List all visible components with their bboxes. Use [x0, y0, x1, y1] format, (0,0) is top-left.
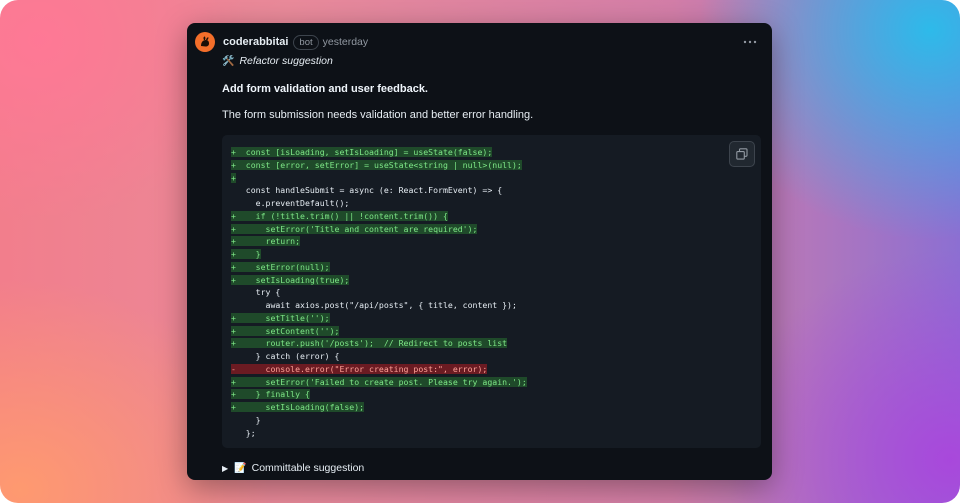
diff-line-context: };	[231, 427, 527, 440]
diff-line-added: + if (!title.trim() || !content.trim()) …	[231, 210, 527, 223]
diff-line-code: router.push('/posts'); // Redirect to po…	[235, 338, 508, 349]
diff-line-context: } catch (error) {	[231, 350, 527, 363]
refactor-label-text: Refactor suggestion	[239, 55, 333, 67]
diff-line-code: setError('Failed to create post. Please …	[235, 376, 527, 387]
diff-line-code: try {	[235, 287, 281, 298]
diff-line-context: e.preventDefault();	[231, 197, 527, 210]
memo-icon: 📝	[234, 462, 247, 474]
diff-line-code: return;	[235, 236, 301, 247]
author-name[interactable]: coderabbitai	[223, 36, 288, 48]
copy-button[interactable]	[729, 141, 755, 167]
diff-line-code: setContent('');	[235, 325, 340, 336]
copy-icon	[736, 148, 748, 160]
diff-line-code: setTitle('');	[235, 312, 330, 323]
diff-line-code: const [error, setError] = useState<strin…	[235, 159, 522, 170]
diff-line-added: + const [isLoading, setIsLoading] = useS…	[231, 146, 527, 159]
diff-line-added: + } finally {	[231, 388, 527, 401]
code-diff: + const [isLoading, setIsLoading] = useS…	[231, 146, 527, 439]
diff-line-code: const [isLoading, setIsLoading] = useSta…	[235, 147, 493, 157]
review-comment-card: coderabbitai bot yesterday 🛠️ Refactor s…	[187, 23, 772, 480]
diff-line-added: + router.push('/posts'); // Redirect to …	[231, 337, 527, 350]
comment-header: coderabbitai bot yesterday	[195, 32, 764, 52]
diff-line-code: if (!title.trim() || !content.trim()) {	[235, 210, 448, 221]
diff-line-code: } catch (error) {	[235, 351, 340, 361]
triangle-right-icon: ▶	[222, 463, 229, 473]
diff-line-added: + setError(null);	[231, 261, 527, 274]
refactor-label: 🛠️ Refactor suggestion	[222, 55, 333, 67]
diff-line-context: try {	[231, 286, 527, 299]
diff-line-added: +	[231, 172, 527, 185]
diff-line-code: };	[235, 427, 256, 438]
diff-line-prefix: +	[231, 172, 236, 183]
diff-line-added: + }	[231, 248, 527, 261]
diff-line-code: setIsLoading(true);	[235, 274, 350, 285]
code-suggestion-block: + const [isLoading, setIsLoading] = useS…	[222, 135, 761, 448]
diff-line-context: await axios.post("/api/posts", { title, …	[231, 299, 527, 312]
bot-badge: bot	[293, 34, 319, 50]
diff-line-code: e.preventDefault();	[235, 198, 350, 208]
diff-line-removed: - console.error("Error creating post:", …	[231, 363, 527, 376]
tools-icon: 🛠️	[222, 55, 235, 67]
diff-line-added: + const [error, setError] = useState<str…	[231, 159, 527, 172]
diff-line-code: setError(null);	[235, 261, 330, 272]
comment-timestamp[interactable]: yesterday	[323, 36, 369, 48]
diff-line-context: const handleSubmit = async (e: React.For…	[231, 184, 527, 197]
diff-line-added: + setTitle('');	[231, 312, 527, 325]
diff-line-added: + setError('Failed to create post. Pleas…	[231, 376, 527, 389]
diff-line-code: } finally {	[235, 389, 310, 400]
committable-suggestion-toggle[interactable]: ▶ 📝 Committable suggestion	[222, 462, 364, 474]
diff-line-code: console.error("Error creating post:", er…	[235, 363, 488, 374]
diff-line-code: await axios.post("/api/posts", { title, …	[235, 300, 517, 310]
diff-line-added: + setIsLoading(true);	[231, 274, 527, 287]
committable-suggestion-label: Committable suggestion	[251, 462, 365, 474]
diff-line-code: }	[235, 414, 261, 425]
avatar[interactable]	[195, 32, 215, 52]
diff-line-added: + setContent('');	[231, 325, 527, 338]
diff-line-added: + return;	[231, 235, 527, 248]
diff-line-code: setError('Title and content are required…	[235, 223, 478, 234]
diff-line-code: setIsLoading(false);	[235, 402, 365, 412]
diff-line-code: }	[235, 249, 261, 259]
diff-line-context: }	[231, 414, 527, 427]
diff-line-code: const handleSubmit = async (e: React.For…	[235, 185, 503, 196]
rabbit-logo-icon	[201, 36, 209, 47]
suggestion-title: Add form validation and user feedback.	[222, 83, 428, 95]
kebab-menu-icon	[743, 40, 757, 44]
diff-line-added: + setIsLoading(false);	[231, 401, 527, 414]
comment-menu-button[interactable]	[740, 32, 760, 52]
suggestion-description: The form submission needs validation and…	[222, 109, 534, 121]
diff-line-added: + setError('Title and content are requir…	[231, 223, 527, 236]
